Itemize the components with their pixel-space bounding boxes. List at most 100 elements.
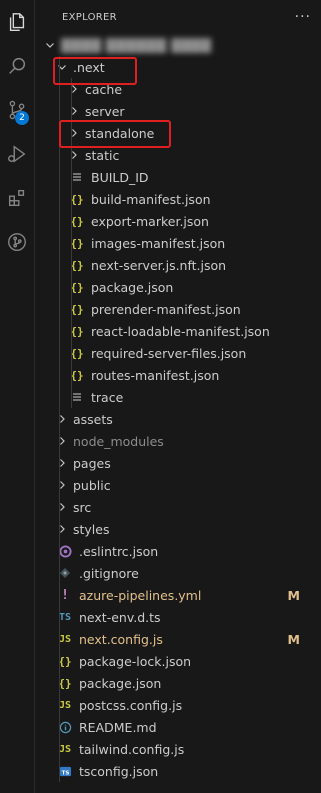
folder-row[interactable]: node_modules: [35, 430, 321, 452]
indent-guide: [59, 320, 60, 342]
explorer-title: EXPLORER: [62, 11, 117, 23]
file-label: next-env.d.ts: [79, 609, 161, 625]
indent-guide: [59, 672, 60, 694]
git-status-badge: M: [287, 587, 300, 603]
file-label: azure-pipelines.yml: [79, 587, 202, 603]
source-control-activity-button[interactable]: 2: [0, 88, 34, 132]
indent-guide: [71, 188, 72, 210]
extensions-icon: [8, 189, 25, 207]
indent-guide: [59, 210, 60, 232]
folder-row[interactable]: src: [35, 496, 321, 518]
folder-label: .next: [73, 59, 105, 75]
file-row[interactable]: {} package-lock.json: [35, 650, 321, 672]
file-label: images-manifest.json: [91, 235, 226, 251]
indent-guide: [59, 232, 60, 254]
folder-row[interactable]: server: [35, 100, 321, 122]
search-icon: [9, 57, 26, 74]
file-label: README.md: [79, 719, 157, 735]
folder-row[interactable]: public: [35, 474, 321, 496]
indent-guide: [71, 254, 72, 276]
explorer-side-bar: EXPLORER ··· ████ ██████ ████ .next cache…: [35, 0, 321, 793]
search-activity-button[interactable]: [0, 44, 34, 88]
file-row[interactable]: JS tailwind.config.js: [35, 738, 321, 760]
folder-row[interactable]: cache: [35, 78, 321, 100]
workspace-root-label: ████ ██████ ████: [61, 37, 212, 53]
file-row[interactable]: {} export-marker.json: [35, 210, 321, 232]
indent-guide: [59, 606, 60, 628]
folder-row[interactable]: pages: [35, 452, 321, 474]
indent-guide: [59, 584, 60, 606]
file-label: prerender-manifest.json: [91, 301, 241, 317]
file-row[interactable]: ! azure-pipelines.yml M: [35, 584, 321, 606]
indent-guide: [59, 738, 60, 760]
extensions-activity-button[interactable]: [0, 176, 34, 220]
indent-guide: [59, 694, 60, 716]
indent-guide: [59, 298, 60, 320]
files-icon: [9, 13, 25, 31]
file-row[interactable]: {} build-manifest.json: [35, 188, 321, 210]
folder-label: standalone: [85, 125, 155, 141]
activity-bar: 2: [0, 0, 35, 793]
file-row[interactable]: {} routes-manifest.json: [35, 364, 321, 386]
indent-guide: [71, 232, 72, 254]
file-label: next-server.js.nft.json: [91, 257, 227, 273]
file-label: export-marker.json: [91, 213, 209, 229]
folder-row[interactable]: styles: [35, 518, 321, 540]
folder-label: public: [73, 477, 111, 493]
folder-label: static: [85, 147, 120, 163]
indent-guide: [71, 122, 72, 144]
file-label: react-loadable-manifest.json: [91, 323, 270, 339]
file-row[interactable]: {} react-loadable-manifest.json: [35, 320, 321, 342]
explorer-header: EXPLORER ···: [35, 0, 321, 34]
folder-row[interactable]: static: [35, 144, 321, 166]
folder-row[interactable]: assets: [35, 408, 321, 430]
indent-guide: [71, 78, 72, 100]
file-row[interactable]: JS next.config.js M: [35, 628, 321, 650]
folder-label: cache: [85, 81, 123, 97]
file-row[interactable]: {} required-server-files.json: [35, 342, 321, 364]
indent-guide: [59, 56, 60, 78]
file-label: postcss.config.js: [79, 697, 183, 713]
indent-guide: [59, 628, 60, 650]
file-label: tsconfig.json: [79, 763, 159, 779]
indent-guide: [59, 100, 60, 122]
file-row[interactable]: README.md: [35, 716, 321, 738]
file-row[interactable]: JS postcss.config.js: [35, 694, 321, 716]
file-row[interactable]: .gitignore: [35, 562, 321, 584]
folder-row[interactable]: standalone: [35, 122, 321, 144]
indent-guide: [71, 364, 72, 386]
indent-guide: [59, 166, 60, 188]
file-row[interactable]: {} prerender-manifest.json: [35, 298, 321, 320]
indent-guide: [59, 188, 60, 210]
file-row[interactable]: {} next-server.js.nft.json: [35, 254, 321, 276]
indent-guide: [59, 474, 60, 496]
indent-guide: [59, 518, 60, 540]
folder-label: node_modules: [73, 433, 164, 449]
indent-guide: [71, 210, 72, 232]
chevron-down-icon: [45, 40, 55, 50]
file-label: .gitignore: [79, 565, 139, 581]
explorer-activity-button[interactable]: [0, 0, 34, 44]
more-actions-button[interactable]: ···: [295, 9, 311, 25]
file-label: build-manifest.json: [91, 191, 211, 207]
file-row[interactable]: {} images-manifest.json: [35, 232, 321, 254]
file-row[interactable]: {} package.json: [35, 672, 321, 694]
run-debug-activity-button[interactable]: [0, 132, 34, 176]
indent-guide: [71, 144, 72, 166]
indent-guide: [59, 122, 60, 144]
folder-row[interactable]: .next: [35, 56, 321, 78]
file-row[interactable]: TS next-env.d.ts: [35, 606, 321, 628]
file-label: required-server-files.json: [91, 345, 247, 361]
folder-label: server: [85, 103, 125, 119]
source-control-badge: 2: [15, 111, 29, 125]
file-row[interactable]: .eslintrc.json: [35, 540, 321, 562]
file-label: routes-manifest.json: [91, 367, 220, 383]
file-label: package.json: [79, 675, 162, 691]
workspace-root[interactable]: ████ ██████ ████: [35, 34, 321, 56]
file-row[interactable]: {} package.json: [35, 276, 321, 298]
git-graph-activity-button[interactable]: [0, 220, 34, 264]
file-row[interactable]: trace: [35, 386, 321, 408]
file-row[interactable]: TS tsconfig.json: [35, 760, 321, 782]
file-row[interactable]: BUILD_ID: [35, 166, 321, 188]
indent-guide: [71, 342, 72, 364]
